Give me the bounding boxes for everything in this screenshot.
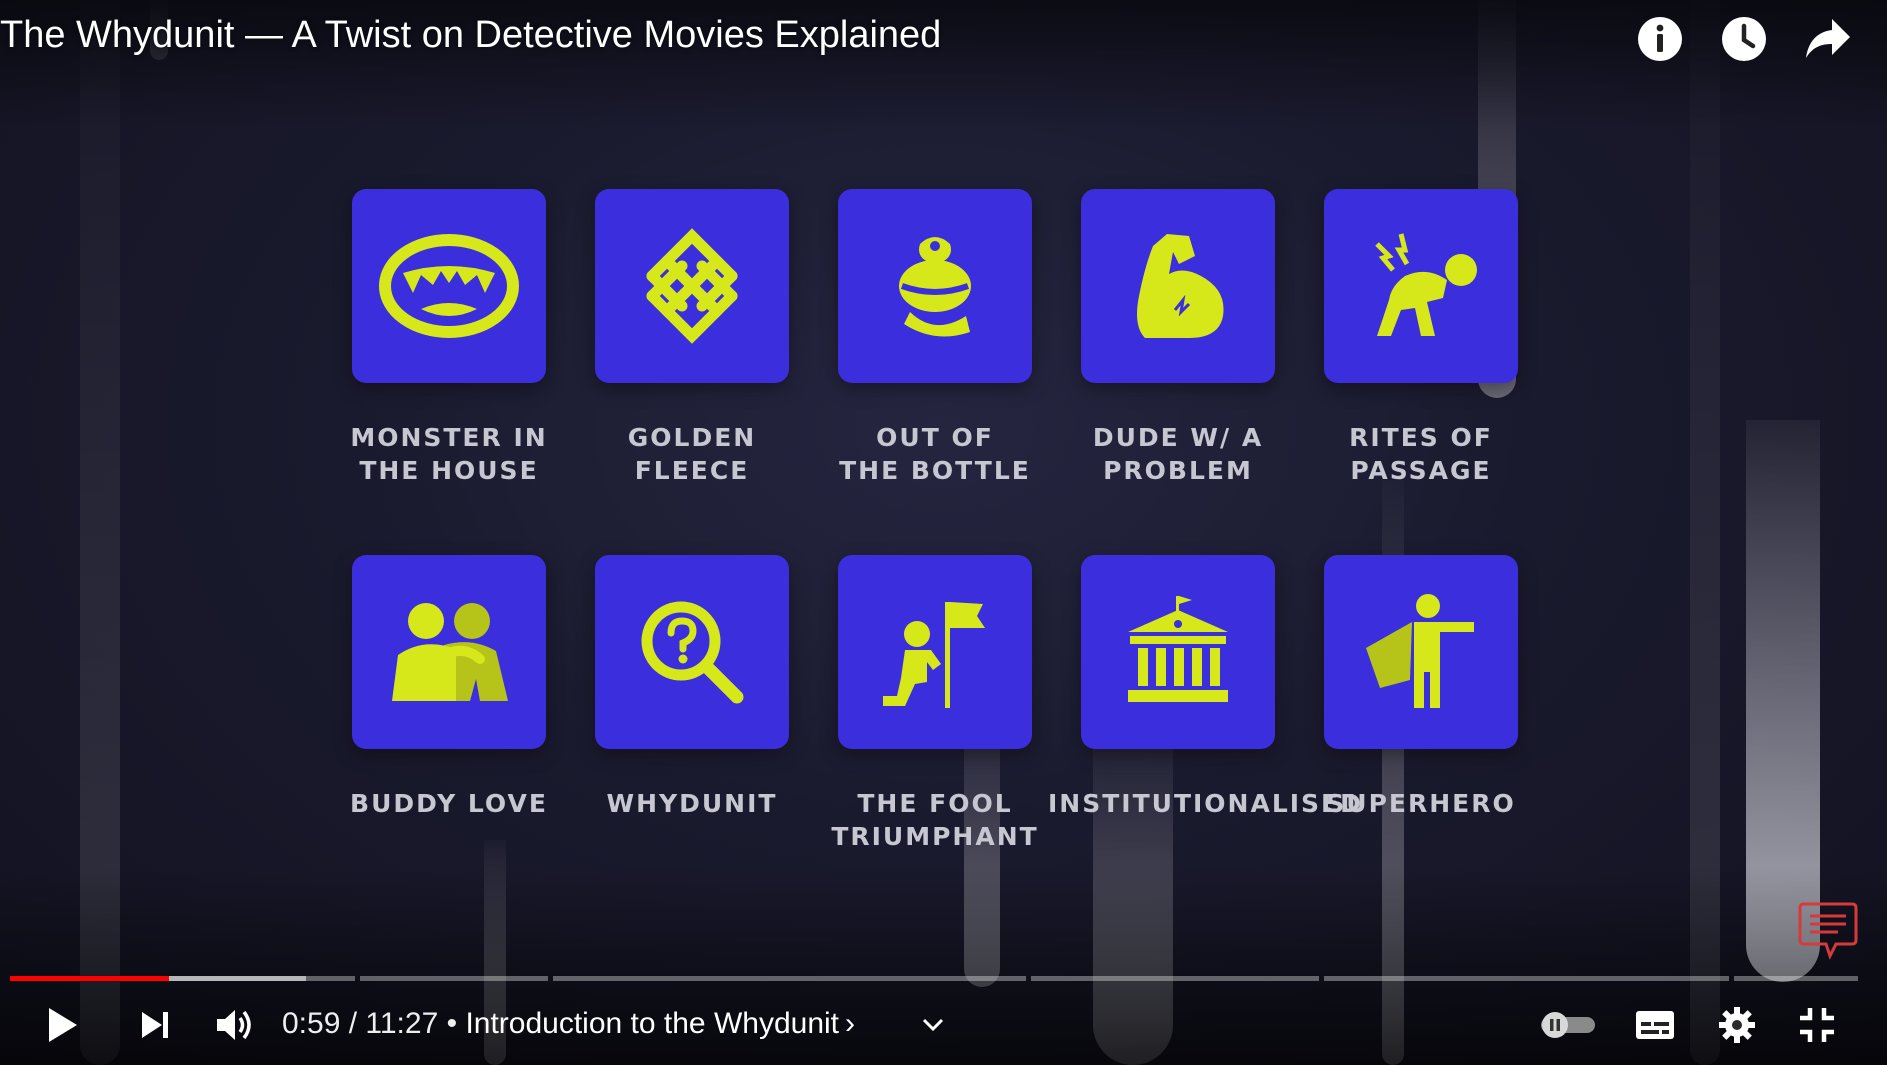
volume-icon [217, 1010, 251, 1040]
video-title[interactable]: The Whydunit — A Twist on Detective Movi… [0, 14, 941, 57]
two-friends-icon [392, 603, 508, 701]
tile-box [1324, 189, 1518, 383]
exit-fullscreen-button[interactable] [1792, 995, 1842, 1055]
current-time: 0:59 [282, 1007, 341, 1040]
share-button[interactable] [1803, 14, 1853, 64]
top-actions [1635, 14, 1853, 64]
chapter-segment[interactable] [1031, 976, 1319, 981]
genre-tile: DUDE W/ A PROBLEM [1081, 189, 1275, 487]
video-player[interactable]: The Whydunit — A Twist on Detective Movi… [0, 0, 1887, 1065]
tile-box [1081, 189, 1275, 383]
genre-tile: MONSTER IN THE HOUSE [350, 189, 546, 487]
genre-tile: SUPERHERO [1324, 555, 1518, 820]
genre-label: SUPERHERO [1326, 789, 1516, 818]
chevron-down-icon [922, 1018, 944, 1032]
expand-chapters-button[interactable] [912, 995, 954, 1055]
control-bar: 0:59 / 11:27 • Introduction to the Whydu… [0, 995, 1887, 1055]
settings-button[interactable] [1712, 995, 1762, 1055]
autoplay-toggle-icon [1541, 1012, 1595, 1038]
genre-tile: WHYDUNIT [595, 555, 789, 820]
tile-box [838, 189, 1032, 383]
caped-hero-icon [1366, 594, 1474, 708]
time-display: 0:59 / 11:27 • Introduction to the Whydu… [282, 1007, 855, 1041]
chapter-segment[interactable] [360, 976, 548, 981]
celtic-knot-icon [646, 228, 738, 344]
volume-button[interactable] [210, 995, 260, 1055]
chapter-segment[interactable] [553, 976, 1026, 981]
chapter-title[interactable]: Introduction to the Whydunit [465, 1007, 839, 1040]
time-separator: / [340, 1007, 366, 1040]
genre-tile: INSTITUTIONALISED [1048, 555, 1361, 820]
crawling-person-icon [1375, 233, 1477, 336]
tile-box [352, 189, 546, 383]
genre-tile: THE FOOL TRIUMPHANT [831, 555, 1037, 853]
progress-bar[interactable] [10, 973, 1858, 983]
genre-tile: RITES OF PASSAGE [1324, 189, 1518, 487]
genre-label: INSTITUTIONALISED [1048, 789, 1363, 818]
chapter-segment[interactable] [1324, 976, 1729, 981]
played-fill [10, 976, 169, 981]
exit-fullscreen-icon [1800, 1008, 1834, 1042]
duration: 11:27 [365, 1007, 439, 1040]
genre-label: RITES OF PASSAGE [1349, 423, 1493, 485]
tile-box [1081, 555, 1275, 749]
magnifier-question-icon [641, 601, 744, 704]
gear-icon [1719, 1007, 1755, 1043]
fanged-mouth-icon [379, 234, 519, 338]
genie-icon [899, 237, 971, 337]
genre-label: OUT OF THE BOTTLE [839, 423, 1031, 485]
share-icon [1806, 19, 1850, 58]
tile-box [352, 555, 546, 749]
watch-later-button[interactable] [1719, 14, 1769, 64]
watch-later-icon [1722, 17, 1766, 61]
genre-tile: GOLDEN FLEECE [595, 189, 789, 487]
info-icon [1638, 17, 1682, 61]
chat-bubble-icon [1798, 902, 1858, 960]
genre-tile: OUT OF THE BOTTLE [838, 189, 1032, 487]
tile-box [595, 189, 789, 383]
chapter-segment[interactable] [1734, 976, 1858, 981]
genre-label: WHYDUNIT [606, 789, 778, 818]
autoplay-toggle[interactable] [1536, 995, 1600, 1055]
genre-tile: BUDDY LOVE [350, 555, 546, 820]
play-icon [49, 1008, 77, 1042]
tile-box [1324, 555, 1518, 749]
chapter-separator: • [438, 1007, 466, 1040]
info-button[interactable] [1635, 14, 1685, 64]
person-with-flag-icon [883, 602, 985, 708]
play-button[interactable] [36, 995, 88, 1055]
tile-box [838, 555, 1032, 749]
genre-label: GOLDEN FLEECE [627, 423, 757, 485]
subtitles-button[interactable] [1630, 995, 1680, 1055]
tile-box [595, 555, 789, 749]
institution-building-icon [1128, 596, 1228, 702]
flexed-arm-icon [1137, 234, 1224, 338]
chapter-chevron[interactable]: › [845, 1007, 855, 1040]
genre-label: BUDDY LOVE [350, 789, 548, 818]
genre-label: MONSTER IN THE HOUSE [350, 423, 548, 485]
next-button[interactable] [130, 995, 180, 1055]
next-icon [142, 1012, 168, 1038]
genre-label: DUDE W/ A PROBLEM [1092, 423, 1264, 485]
genre-label: THE FOOL TRIUMPHANT [831, 789, 1039, 851]
subtitles-icon [1636, 1011, 1674, 1039]
